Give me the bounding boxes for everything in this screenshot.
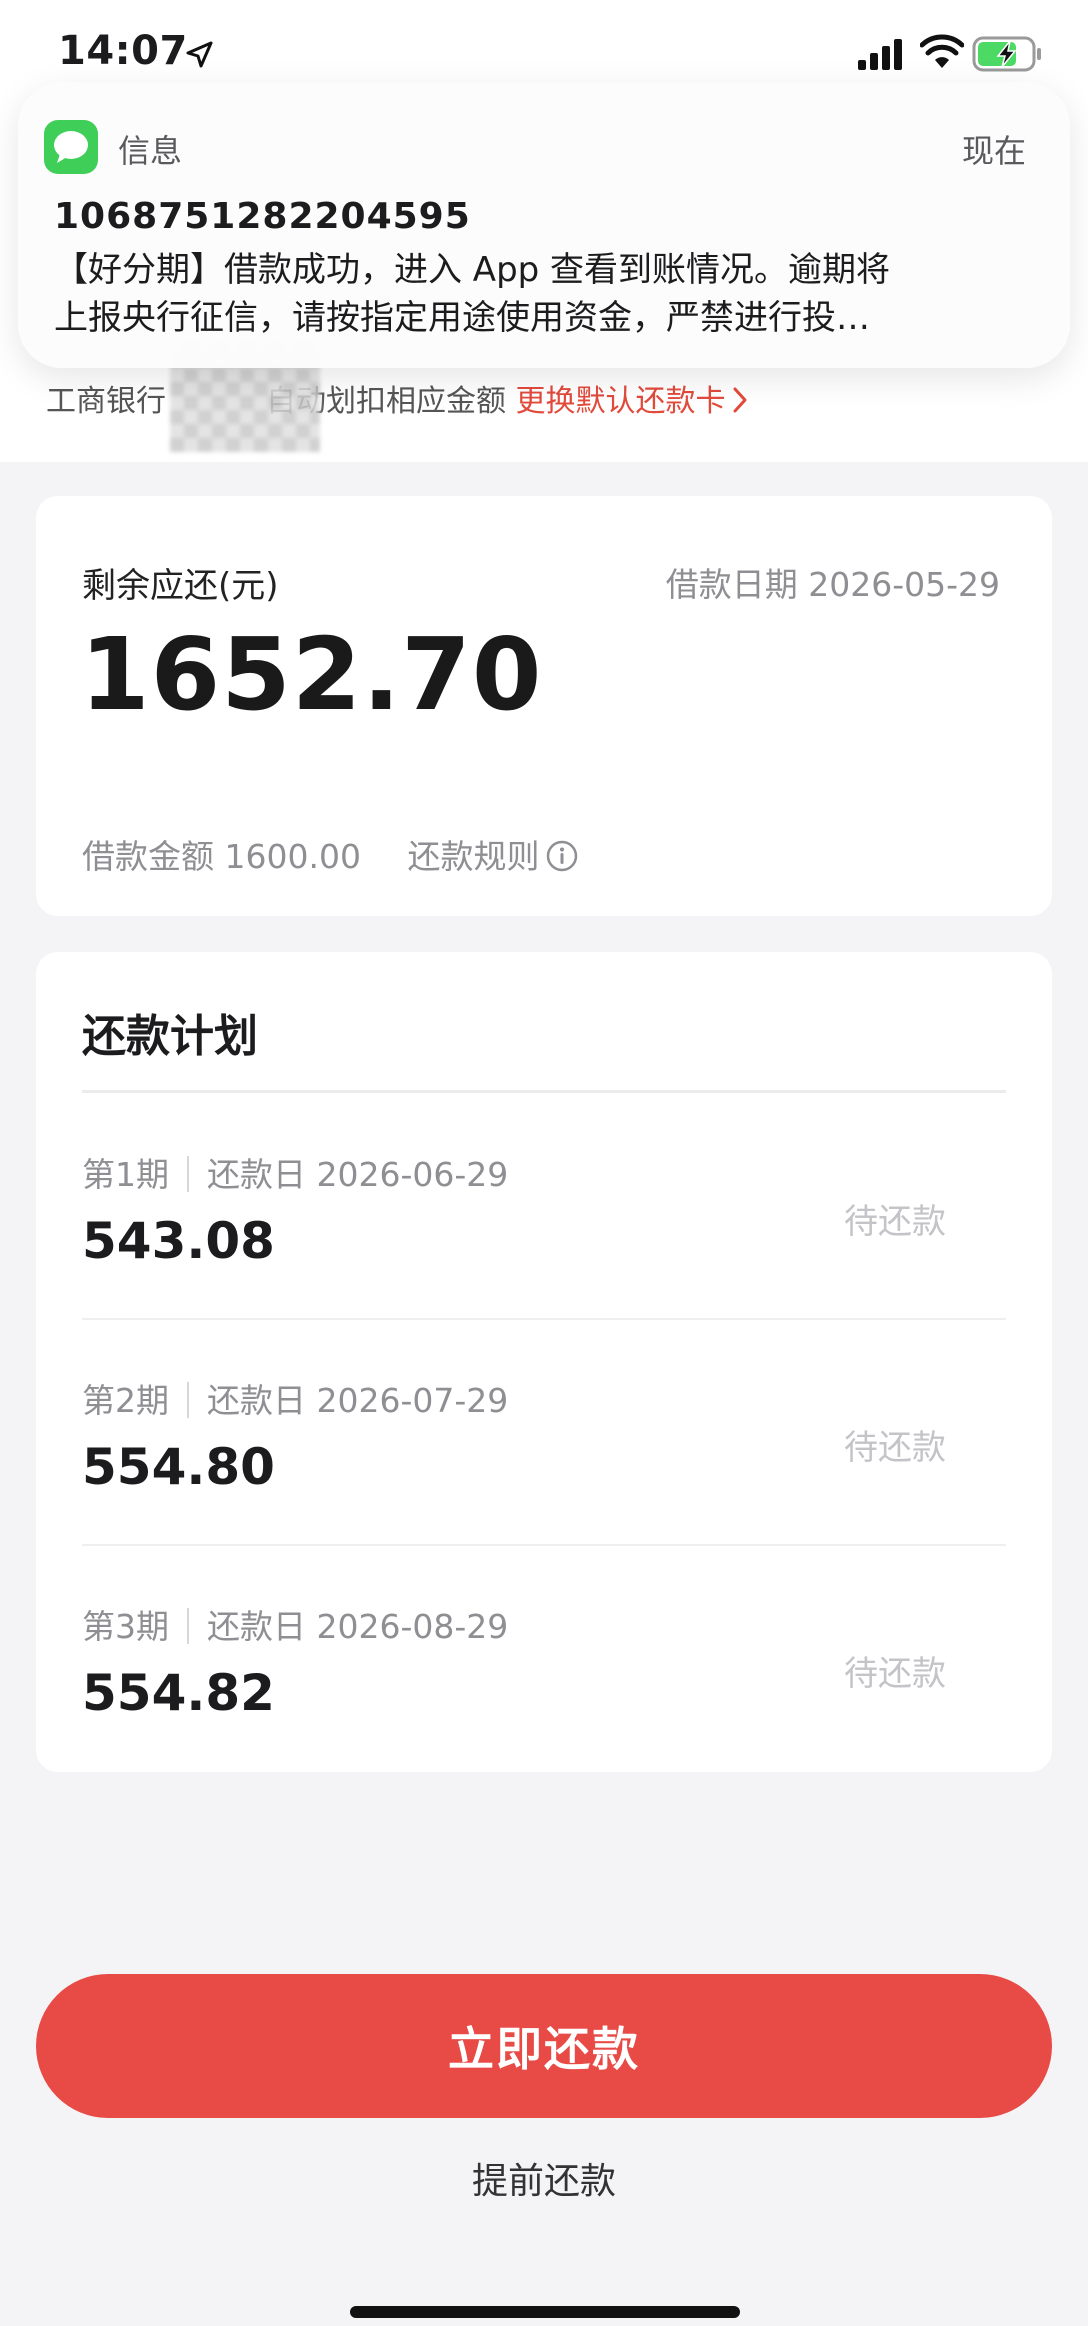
notification-app-name: 信息: [118, 132, 183, 170]
installment-due-date: 还款日 2026-07-29: [207, 1381, 509, 1420]
installment-status: 待还款: [844, 1202, 946, 1242]
installment-meta: 第1期 还款日 2026-06-29: [82, 1148, 508, 1196]
installment-meta: 第3期 还款日 2026-08-29: [82, 1600, 508, 1648]
installment-due-date: 还款日 2026-06-29: [207, 1155, 509, 1194]
installment-amount: 554.82: [82, 1664, 275, 1722]
plan-title: 还款计划: [82, 1011, 258, 1062]
installment-meta: 第2期 还款日 2026-07-29: [82, 1374, 508, 1422]
installment-due-date: 还款日 2026-08-29: [207, 1607, 509, 1646]
remaining-label: 剩余应还(元): [82, 566, 279, 606]
repayment-rules-label: 还款规则: [407, 837, 540, 876]
bank-name: 工商银行: [46, 384, 166, 419]
notification-time: 现在: [961, 132, 1026, 170]
installment-row[interactable]: 第1期 还款日 2026-06-29 543.08 待还款: [82, 1094, 1006, 1320]
notification-body-line: 上报央行征信，请按指定用途使用资金，严禁进行投…: [54, 298, 870, 338]
bank-autodebit-line: 工商银行 自动划扣相应金额 更换默认还款卡: [46, 376, 748, 420]
repayment-plan-card: 还款计划 第1期 还款日 2026-06-29 543.08 待还款 第2期 还款日…: [36, 952, 1052, 1772]
repayment-rules-link[interactable]: 还款规则: [407, 837, 579, 876]
installment-status: 待还款: [844, 1428, 946, 1468]
prepay-link[interactable]: 提前还款: [0, 2152, 1088, 2204]
notification-body: 【好分期】借款成功，进入 App 查看到账情况。逾期将 上报央行征信，请按指定用…: [54, 246, 1044, 342]
messages-icon: [44, 120, 98, 174]
sms-notification[interactable]: 信息 现在 1068751282204595 【好分期】借款成功，进入 App …: [18, 82, 1070, 368]
cellular-signal-icon: [858, 39, 902, 70]
wifi-icon: [920, 34, 964, 68]
repayment-summary-card: 剩余应还(元) 借款日期 2026-05-29 1652.70 借款金额 160…: [36, 496, 1052, 916]
installment-amount: 543.08: [82, 1212, 275, 1270]
status-time: 14:07: [58, 28, 188, 74]
loan-amount: 借款金额 1600.00: [82, 837, 361, 876]
change-card-link[interactable]: 更换默认还款卡: [516, 384, 748, 419]
loan-date: 借款日期 2026-05-29: [665, 565, 1000, 604]
installment-amount: 554.80: [82, 1438, 275, 1496]
installment-status: 待还款: [844, 1654, 946, 1694]
installment-period: 第3期: [82, 1607, 169, 1646]
change-card-label: 更换默认还款卡: [515, 384, 726, 419]
installment-row[interactable]: 第3期 还款日 2026-08-29 554.82 待还款: [82, 1546, 1006, 1772]
divider: [82, 1090, 1006, 1093]
notification-body-line: 【好分期】借款成功，进入 App 查看到账情况。逾期将: [54, 250, 891, 290]
installment-period: 第2期: [82, 1381, 169, 1420]
info-icon: [547, 840, 578, 872]
installment-period: 第1期: [82, 1155, 169, 1194]
chevron-right-icon: [733, 387, 747, 413]
installment-row[interactable]: 第2期 还款日 2026-07-29 554.80 待还款: [82, 1320, 1006, 1546]
loan-info-line: 借款金额 1600.00 还款规则: [82, 830, 579, 878]
home-indicator[interactable]: [350, 2306, 740, 2318]
battery-charging-icon: [972, 36, 1041, 72]
notification-sender: 1068751282204595: [54, 196, 471, 237]
remaining-amount: 1652.70: [80, 616, 543, 733]
pay-now-button[interactable]: 立即还款: [36, 1974, 1052, 2118]
location-arrow-icon: [186, 41, 213, 68]
